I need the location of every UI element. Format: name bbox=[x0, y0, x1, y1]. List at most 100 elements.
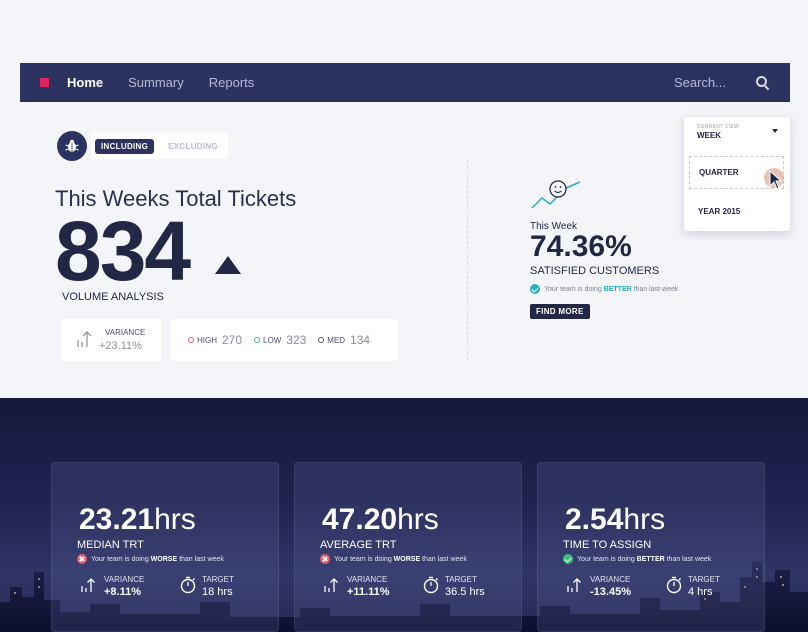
metric-status-suffix: than last week bbox=[420, 555, 467, 563]
worse-icon bbox=[320, 554, 330, 564]
metric-status: Your team is doing WORSE than last week bbox=[320, 554, 467, 564]
stopwatch-icon bbox=[423, 576, 439, 594]
including-toggle[interactable]: INCLUDING bbox=[95, 138, 155, 154]
priority-med-dot bbox=[318, 337, 325, 343]
priority-med: MED 134 bbox=[318, 333, 370, 347]
priority-high-value: 270 bbox=[222, 333, 243, 347]
metric-status-prefix: Your team is doing bbox=[334, 555, 394, 563]
excluding-toggle[interactable]: EXCLUDING bbox=[162, 139, 224, 154]
variance-card: VARIANCE +23.11% bbox=[61, 319, 161, 361]
metric-status-suffix: than last week bbox=[177, 555, 224, 563]
metric-status-text: Your team is doing WORSE than last week bbox=[334, 556, 467, 563]
priority-low-value: 323 bbox=[286, 333, 307, 347]
variance-label: VARIANCE bbox=[105, 328, 146, 337]
metric-unit: hrs bbox=[623, 503, 666, 536]
priority-med-label: MED bbox=[327, 335, 346, 345]
variance-value: -13.45% bbox=[590, 586, 631, 598]
metric-title: MEDIAN TRT bbox=[77, 539, 144, 551]
better-icon bbox=[563, 554, 573, 564]
metric-card-median-trt: 23.21hrs MEDIAN TRT Your team is doing W… bbox=[51, 462, 279, 632]
variance-arrow-icon bbox=[81, 578, 95, 592]
satisfaction-status: Your team is doing BETTER than last week bbox=[530, 284, 678, 294]
metric-value: 2.54hrs bbox=[565, 503, 665, 537]
satisfaction-status-suffix: than last week bbox=[631, 285, 679, 293]
priority-low-label: LOW bbox=[263, 335, 282, 345]
mouse-cursor-icon bbox=[769, 170, 783, 190]
priority-high: HIGH 270 bbox=[188, 333, 242, 347]
priority-low-dot bbox=[254, 337, 261, 343]
priority-high-dot bbox=[188, 337, 194, 343]
variance-label: VARIANCE bbox=[347, 575, 388, 584]
include-exclude-toggle: INCLUDING EXCLUDING bbox=[91, 133, 228, 159]
metric-value: 23.21hrs bbox=[79, 503, 196, 537]
metrics-band: 23.21hrs MEDIAN TRT Your team is doing W… bbox=[0, 398, 808, 632]
nav-reports[interactable]: Reports bbox=[209, 75, 255, 90]
find-more-button[interactable]: FIND MORE bbox=[530, 304, 590, 319]
stopwatch-icon bbox=[180, 576, 196, 594]
metric-status: Your team is doing BETTER than last week bbox=[563, 554, 711, 564]
target-label: TARGET bbox=[445, 575, 477, 584]
bug-icon bbox=[57, 131, 87, 161]
metric-title: AVERAGE TRT bbox=[320, 539, 397, 551]
chevron-down-icon[interactable] bbox=[772, 129, 778, 133]
ticket-count: 834 bbox=[55, 204, 191, 298]
satisfaction-label: SATISFIED CUSTOMERS bbox=[530, 265, 660, 277]
satisfaction-status-text: Your team is doing BETTER than last week bbox=[544, 286, 678, 293]
metric-status-word: WORSE bbox=[150, 555, 178, 563]
current-view-value: WEEK bbox=[697, 131, 721, 140]
option-year-2015[interactable]: YEAR 2015 bbox=[689, 195, 784, 228]
smile-trend-icon bbox=[531, 180, 581, 209]
check-icon bbox=[530, 284, 540, 294]
metric-card-average-trt: 47.20hrs AVERAGE TRT Your team is doing … bbox=[294, 462, 522, 632]
target-value: 4 hrs bbox=[688, 586, 713, 598]
priority-med-value: 134 bbox=[350, 333, 371, 347]
target-label: TARGET bbox=[202, 575, 234, 584]
variance-label: VARIANCE bbox=[104, 575, 145, 584]
priority-low: LOW 323 bbox=[254, 333, 306, 347]
metric-unit: hrs bbox=[397, 503, 439, 536]
metric-status-word: BETTER bbox=[636, 555, 665, 563]
metric-status-text: Your team is doing WORSE than last week bbox=[91, 556, 224, 563]
satisfaction-status-word: BETTER bbox=[603, 285, 632, 293]
metric-status-text: Your team is doing BETTER than last week bbox=[577, 556, 711, 563]
trend-up-icon bbox=[215, 256, 241, 274]
top-navbar: Home Summary Reports Search... bbox=[20, 63, 790, 102]
priority-high-label: HIGH bbox=[197, 335, 217, 345]
target-value: 36.5 hrs bbox=[445, 586, 485, 598]
worse-icon bbox=[77, 554, 87, 564]
variance-arrow-icon bbox=[567, 578, 581, 592]
section-divider bbox=[467, 160, 468, 360]
variance-arrow-icon bbox=[77, 331, 92, 347]
current-view-label: CURRENT VIEW bbox=[697, 124, 740, 130]
satisfaction-percent: 74.36% bbox=[530, 230, 632, 263]
stopwatch-icon bbox=[666, 576, 682, 594]
nav-summary[interactable]: Summary bbox=[128, 75, 184, 90]
metric-number: 47.20 bbox=[322, 503, 398, 536]
metric-status-prefix: Your team is doing bbox=[91, 555, 151, 563]
variance-value: +23.11% bbox=[99, 340, 142, 352]
variance-label: VARIANCE bbox=[590, 575, 631, 584]
metric-value: 47.20hrs bbox=[322, 503, 439, 537]
search-input[interactable]: Search... bbox=[674, 75, 726, 90]
priority-breakdown: HIGH 270 LOW 323 MED 134 bbox=[171, 319, 398, 361]
metric-status-prefix: Your team is doing bbox=[577, 555, 637, 563]
search-icon[interactable] bbox=[756, 75, 770, 90]
variance-value: +8.11% bbox=[104, 586, 142, 598]
target-value: 18 hrs bbox=[202, 586, 233, 598]
metric-status: Your team is doing WORSE than last week bbox=[77, 554, 224, 564]
metric-title: TIME TO ASSIGN bbox=[563, 539, 652, 551]
view-dropdown: CURRENT VIEW WEEK QUARTER YEAR 2015 bbox=[684, 117, 790, 231]
nav-home[interactable]: Home bbox=[67, 75, 103, 90]
variance-value: +11.11% bbox=[347, 586, 390, 598]
metric-card-time-to-assign: 2.54hrs TIME TO ASSIGN Your team is doin… bbox=[537, 462, 765, 632]
brand-logo[interactable] bbox=[40, 78, 49, 87]
satisfaction-status-prefix: Your team is doing bbox=[544, 285, 604, 293]
metric-number: 23.21 bbox=[79, 503, 155, 536]
metric-unit: hrs bbox=[154, 503, 196, 536]
variance-arrow-icon bbox=[324, 578, 338, 592]
metric-status-word: WORSE bbox=[393, 555, 421, 563]
metric-number: 2.54 bbox=[565, 503, 624, 536]
metric-status-suffix: than last week bbox=[664, 555, 712, 563]
current-view[interactable]: CURRENT VIEW WEEK bbox=[697, 124, 739, 140]
volume-analysis-label: VOLUME ANALYSIS bbox=[62, 291, 164, 303]
